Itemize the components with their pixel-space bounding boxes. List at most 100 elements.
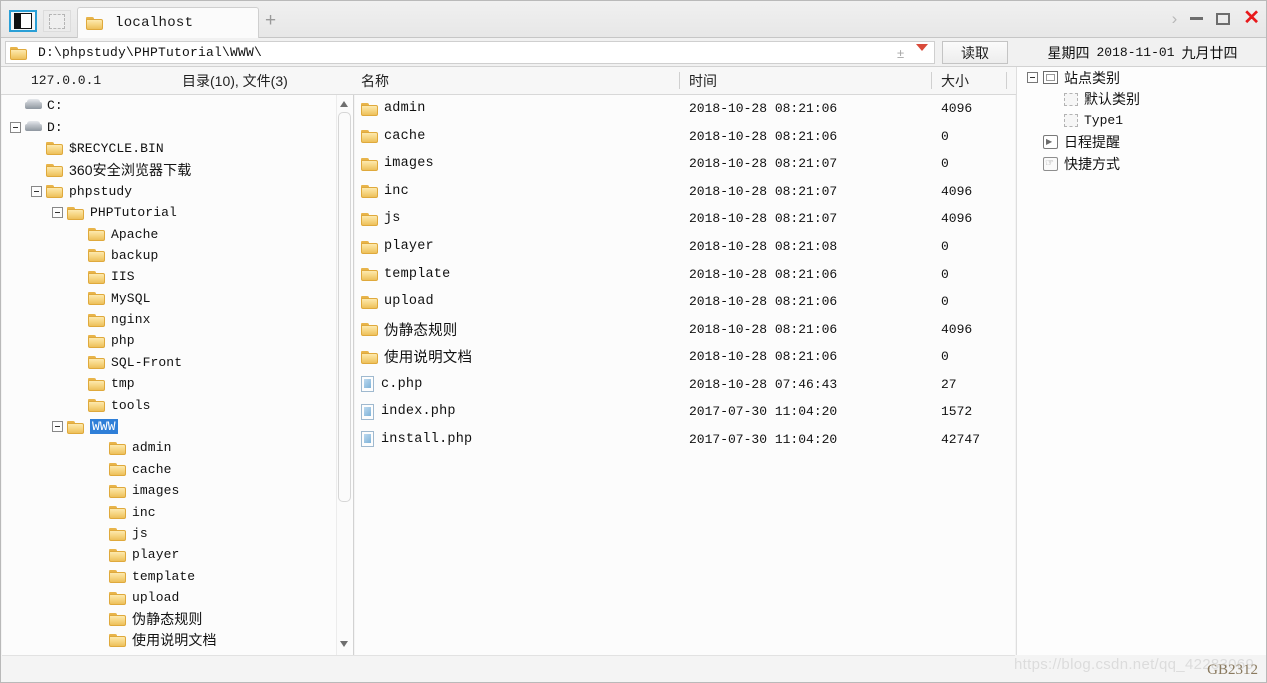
folder-icon xyxy=(361,102,378,116)
new-tab-button[interactable]: + xyxy=(265,11,276,30)
maximize-icon[interactable] xyxy=(1216,12,1231,25)
file-row[interactable]: 伪静态规则2018-10-28 08:21:0640960777 xyxy=(355,315,1015,343)
file-row[interactable]: 使用说明文档2018-10-28 08:21:0600777 xyxy=(355,343,1015,371)
header-ip: 127.0.0.1 xyxy=(31,73,102,88)
file-row[interactable]: c.php2018-10-28 07:46:43270666 xyxy=(355,370,1015,398)
file-time-cell: 2018-10-28 08:21:06 xyxy=(689,128,838,144)
category-tree-item[interactable]: 日程提醒 xyxy=(1017,132,1266,154)
tree-item[interactable]: backup xyxy=(2,245,353,266)
tree-item[interactable]: tools xyxy=(2,394,353,415)
folder-icon xyxy=(88,291,105,306)
tree-item[interactable]: PHPTutorial xyxy=(2,202,353,223)
file-row[interactable]: inc2018-10-28 08:21:0740960777 xyxy=(355,178,1015,206)
file-size-cell: 4096 xyxy=(941,183,973,199)
file-name-label: player xyxy=(384,239,434,254)
folder-icon xyxy=(109,612,126,627)
category-tree-item[interactable]: 站点类别 xyxy=(1017,67,1266,89)
file-size-cell: 0 xyxy=(941,294,949,310)
tree-item[interactable]: phpstudy xyxy=(2,181,353,202)
tab-localhost[interactable]: localhost xyxy=(77,7,259,38)
scroll-down-arrow-icon[interactable] xyxy=(340,641,348,647)
tree-item[interactable]: $RECYCLE.BIN xyxy=(2,138,353,159)
collapse-toggle-icon[interactable] xyxy=(10,121,21,133)
window-controls: › ✕ xyxy=(1172,8,1260,28)
tree-item[interactable]: template xyxy=(2,566,353,587)
scrollbar-thumb[interactable] xyxy=(338,112,351,502)
tree-item[interactable]: Apache xyxy=(2,223,353,244)
panel-toggle-icon[interactable] xyxy=(9,10,37,32)
collapse-toggle-icon[interactable] xyxy=(52,421,63,433)
file-row[interactable]: js2018-10-28 08:21:0740960777 xyxy=(355,205,1015,233)
directory-tree-panel[interactable]: C: D: $RECYCLE.BIN 360安全浏览器下载 phpstudy PHPTut… xyxy=(2,95,354,655)
file-row[interactable]: images2018-10-28 08:21:0700777 xyxy=(355,150,1015,178)
file-manager-window: localhost + › ✕ D:\phpstudy\PHPTutorial\… xyxy=(0,0,1267,683)
tree-item[interactable]: js xyxy=(2,523,353,544)
tree-item[interactable]: D: xyxy=(2,116,353,137)
tree-item[interactable]: 使用说明文档 xyxy=(2,630,353,651)
tree-item[interactable]: MySQL xyxy=(2,288,353,309)
tree-item[interactable]: php xyxy=(2,330,353,351)
tree-item-label: inc xyxy=(132,504,156,520)
tree-item-label: PHPTutorial xyxy=(90,205,177,221)
tree-item[interactable]: player xyxy=(2,544,353,565)
file-time-cell: 2018-10-28 08:21:07 xyxy=(689,211,838,227)
category-tree-item[interactable]: 快捷方式 xyxy=(1017,153,1266,175)
collapse-toggle-icon[interactable] xyxy=(31,185,42,197)
file-row[interactable]: cache2018-10-28 08:21:0600777 xyxy=(355,123,1015,151)
file-list[interactable]: admin2018-10-28 08:21:0640960777 cache 201… xyxy=(355,95,1015,655)
tree-item[interactable]: 伪静态规则 xyxy=(2,608,353,629)
close-icon[interactable]: ✕ xyxy=(1243,8,1260,28)
tree-item[interactable]: 360安全浏览器下载 xyxy=(2,159,353,180)
tree-item[interactable]: WWW xyxy=(2,416,353,437)
collapse-toggle-icon[interactable] xyxy=(52,207,63,219)
file-row[interactable]: admin2018-10-28 08:21:0640960777 xyxy=(355,95,1015,123)
folder-icon xyxy=(109,505,126,520)
tree-item-label: tmp xyxy=(111,376,135,392)
file-row[interactable]: index.php2017-07-30 11:04:2015720666 xyxy=(355,398,1015,426)
folder-icon xyxy=(361,157,378,171)
tree-item[interactable]: tmp xyxy=(2,373,353,394)
tree-item[interactable]: images xyxy=(2,480,353,501)
header-name[interactable]: 名称 xyxy=(361,67,389,94)
scroll-up-arrow-icon[interactable] xyxy=(340,101,348,107)
tree-item[interactable]: cache xyxy=(2,459,353,480)
tree-item[interactable]: C: xyxy=(2,95,353,116)
file-row[interactable]: install.php2017-07-30 11:04:20427470666 xyxy=(355,426,1015,454)
header-size[interactable]: 大小 xyxy=(931,67,969,94)
php-file-icon xyxy=(361,431,375,448)
read-button[interactable]: 读取 xyxy=(942,41,1008,64)
tree-item[interactable]: upload xyxy=(2,587,353,608)
tree-item[interactable]: admin xyxy=(2,437,353,458)
file-time-cell: 2018-10-28 08:21:06 xyxy=(689,294,838,310)
plus-minus-icon[interactable]: ± xyxy=(897,46,904,61)
tree-item[interactable]: inc xyxy=(2,501,353,522)
collapse-toggle-icon[interactable] xyxy=(1027,72,1038,84)
file-size-cell: 1572 xyxy=(941,404,973,420)
category-tree-item[interactable]: 默认类别 xyxy=(1017,89,1266,111)
tree-item[interactable]: SQL-Front xyxy=(2,352,353,373)
header-time[interactable]: 时间 xyxy=(679,67,717,94)
tree-item[interactable]: nginx xyxy=(2,309,353,330)
minimize-icon[interactable] xyxy=(1190,16,1204,20)
tree-item-label: 使用说明文档 xyxy=(132,632,217,649)
chevron-right-icon[interactable]: › xyxy=(1172,10,1178,27)
tree-scrollbar[interactable] xyxy=(336,95,351,655)
file-name-cell: cache xyxy=(361,129,426,144)
file-row[interactable]: template2018-10-28 08:21:0600777 xyxy=(355,260,1015,288)
file-row[interactable]: upload2018-10-28 08:21:0600777 xyxy=(355,288,1015,316)
tree-item[interactable]: IIS xyxy=(2,266,353,287)
chevron-down-icon[interactable] xyxy=(916,44,928,51)
tab-placeholder-icon[interactable] xyxy=(43,10,71,32)
file-name-label: cache xyxy=(384,128,426,144)
category-tree-item[interactable]: Type1 xyxy=(1017,110,1266,132)
file-row[interactable]: player2018-10-28 08:21:0800777 xyxy=(355,233,1015,261)
file-name-label: js xyxy=(384,211,401,227)
path-input[interactable]: D:\phpstudy\PHPTutorial\WWW\ xyxy=(5,41,935,64)
site-category-panel[interactable]: 站点类别默认类别 Type1 日程提醒快捷方式 xyxy=(1016,67,1266,655)
file-time-cell: 2018-10-28 08:21:07 xyxy=(689,183,838,199)
